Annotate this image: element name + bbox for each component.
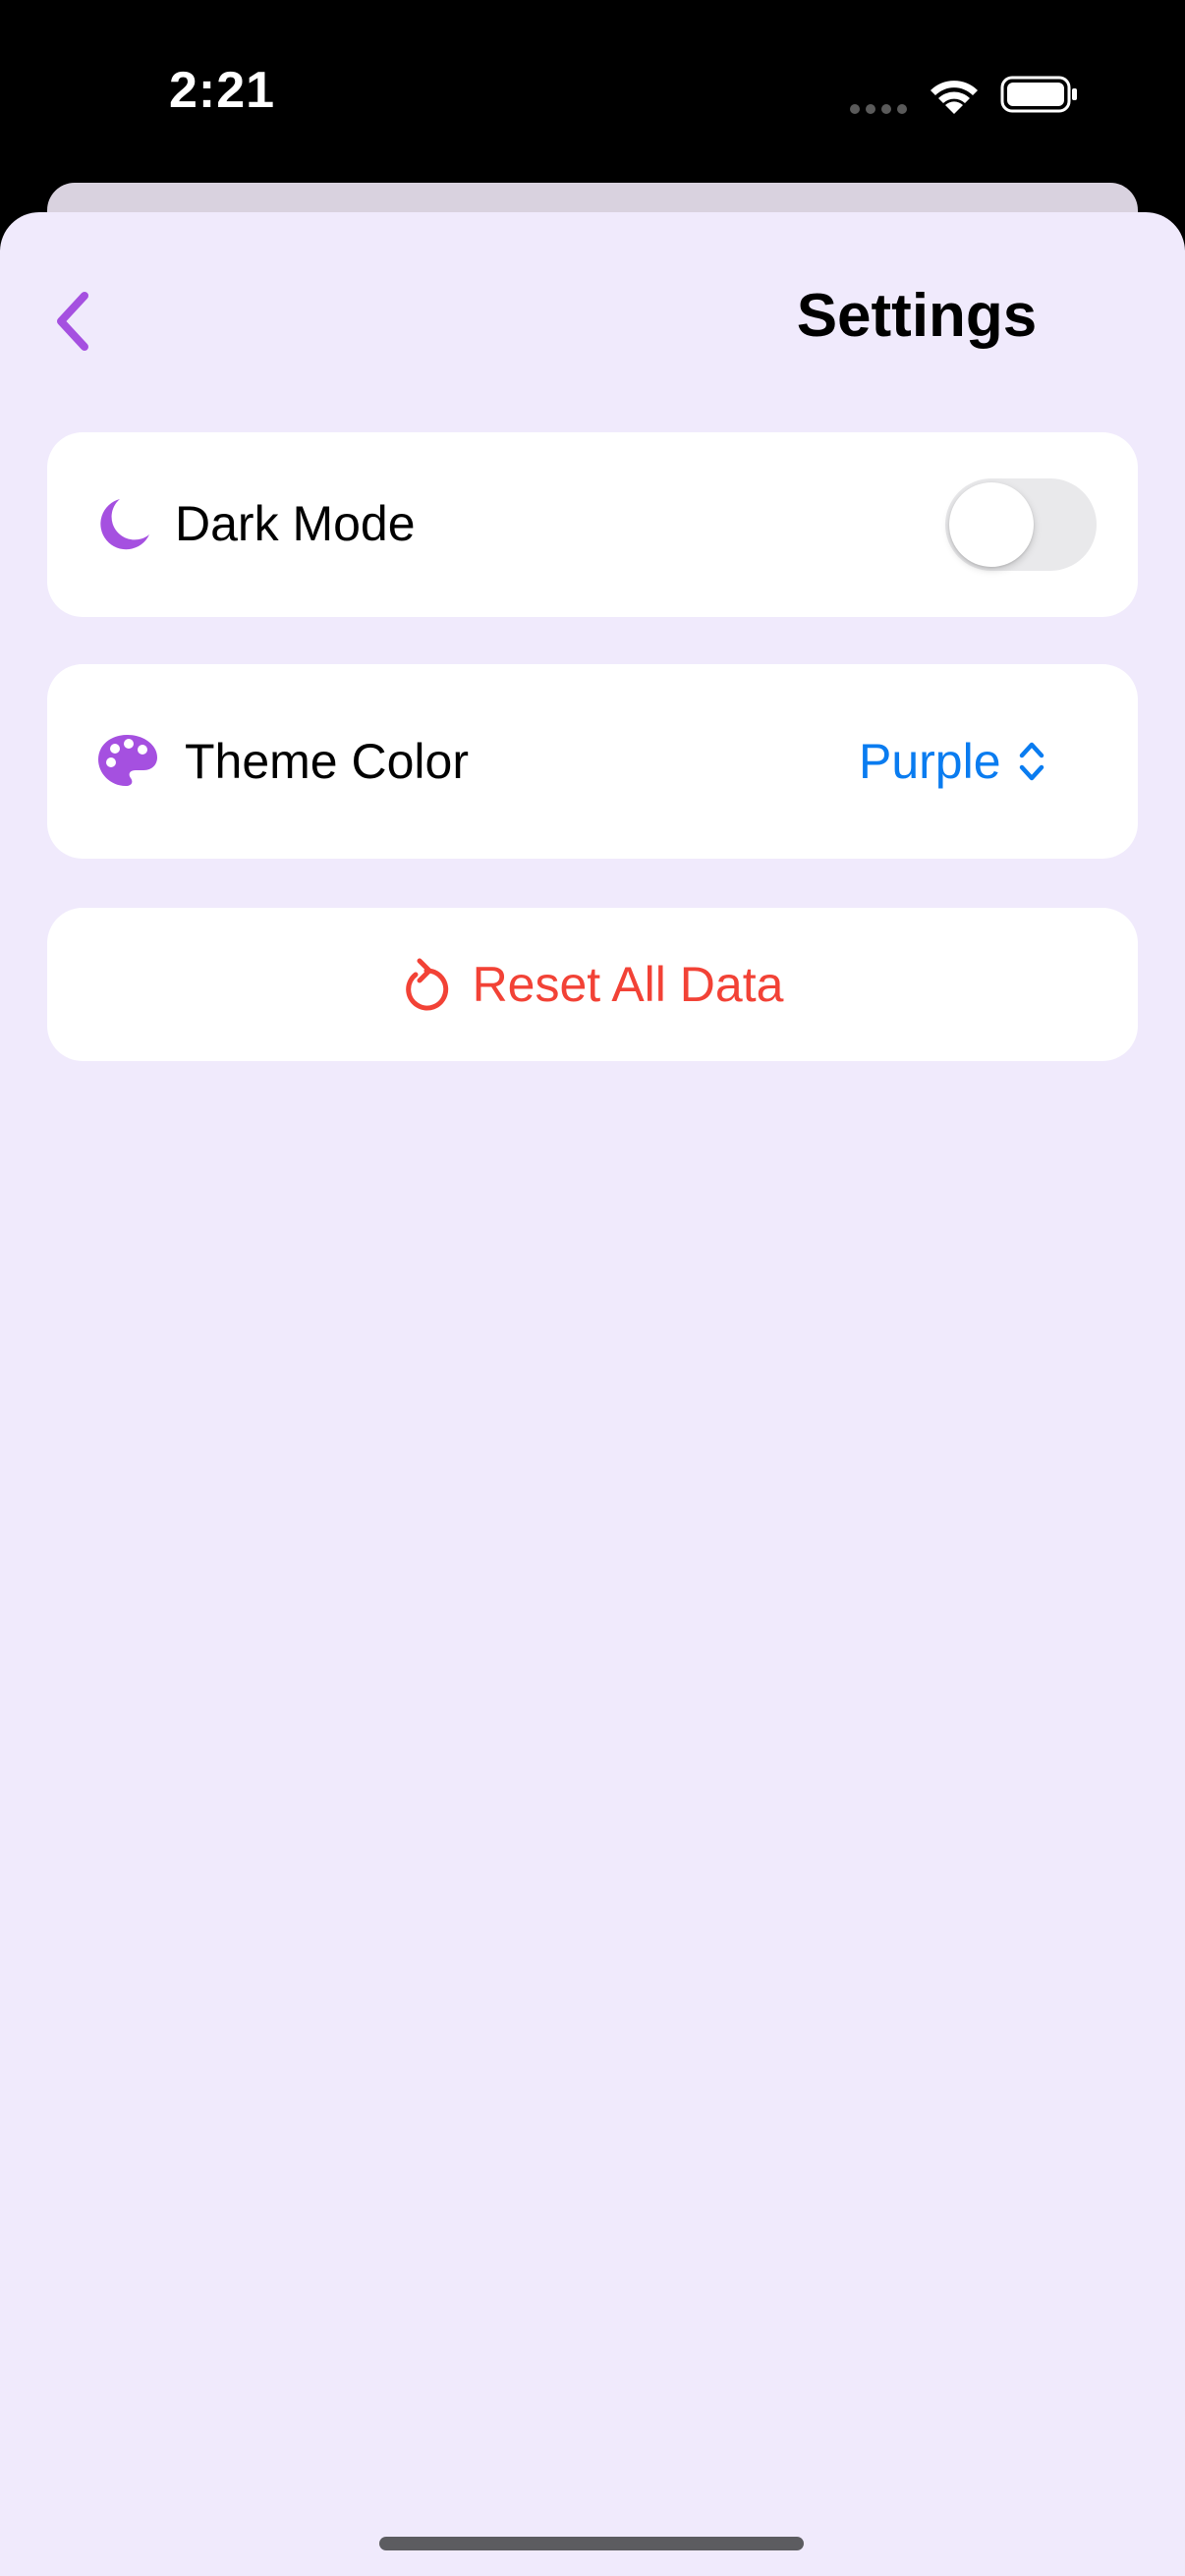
reset-all-data-button[interactable]: Reset All Data [47, 908, 1138, 1061]
theme-color-value: Purple [859, 734, 1001, 789]
palette-icon [98, 735, 157, 786]
moon-icon [100, 499, 149, 550]
status-bar: 2:21 [0, 0, 1185, 187]
chevron-left-icon [57, 292, 88, 351]
battery-icon [1000, 76, 1077, 113]
home-indicator[interactable] [379, 2537, 804, 2550]
page-title: Settings [796, 282, 1038, 350]
status-time: 2:21 [169, 62, 276, 119]
theme-color-picker[interactable]: Purple [859, 729, 1046, 794]
reset-all-data-label: Reset All Data [472, 957, 784, 1012]
theme-color-label: Theme Color [185, 734, 469, 789]
dark-mode-toggle[interactable] [945, 478, 1097, 571]
toggle-knob [949, 482, 1034, 567]
chevron-up-down-icon [1019, 742, 1044, 781]
cellular-signal-icon [850, 104, 907, 114]
dark-mode-row: Dark Mode [47, 432, 1138, 617]
back-button[interactable] [43, 285, 102, 358]
theme-color-row: Theme Color Purple [47, 664, 1138, 859]
reset-content: Reset All Data [402, 956, 784, 1013]
dark-mode-label: Dark Mode [175, 496, 416, 551]
reset-icon [405, 958, 448, 1011]
wifi-icon [931, 81, 978, 114]
